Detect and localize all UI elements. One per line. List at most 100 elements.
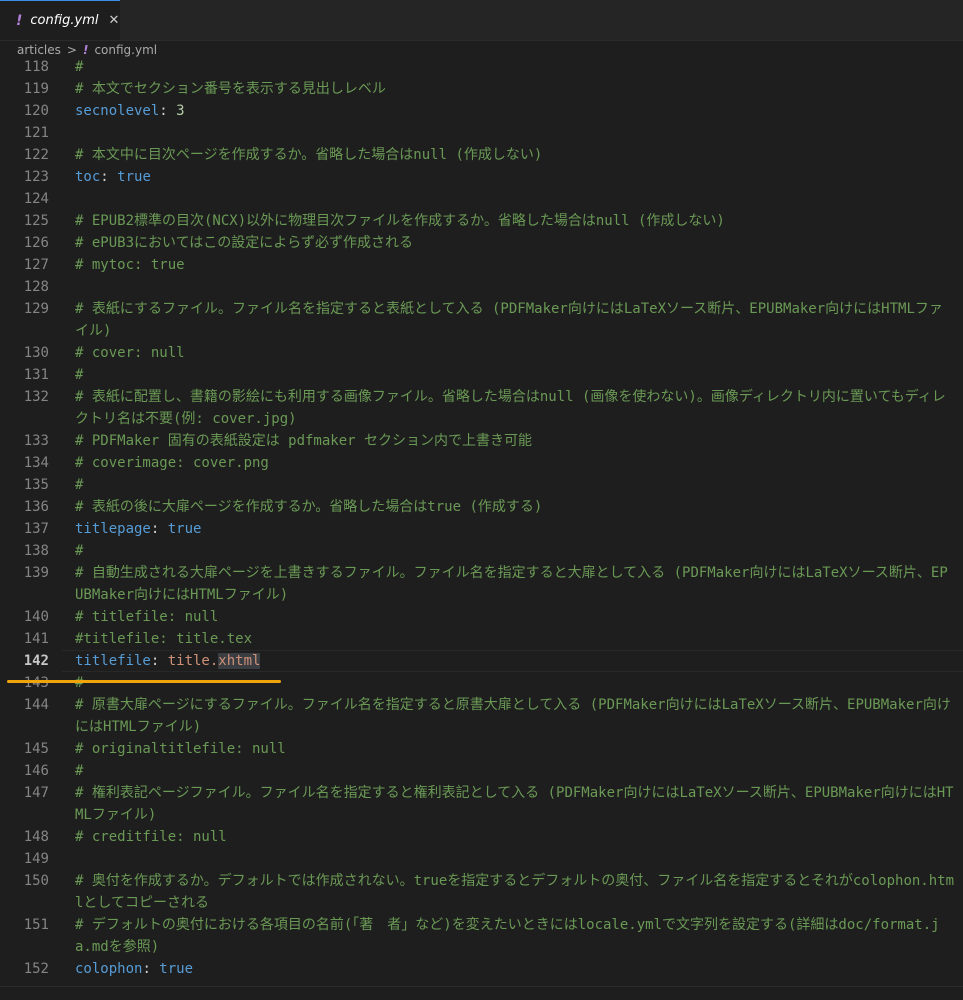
token: title. — [167, 653, 219, 669]
token: # 表紙にするファイル。ファイル名を指定すると表紙として入る (PDFMaker… — [75, 301, 943, 339]
line-number: 140 — [23, 609, 49, 625]
code-line[interactable]: 121 — [0, 122, 963, 144]
code-text: toc: true — [75, 166, 955, 188]
line-number: 122 — [23, 147, 49, 163]
yaml-file-icon: ! — [16, 12, 23, 29]
token: # 本文中に目次ページを作成するか。省略した場合はnull (作成しない) — [75, 147, 543, 163]
code-text: # 本文中に目次ページを作成するか。省略した場合はnull (作成しない) — [75, 144, 955, 166]
code-text: colophon: true — [75, 958, 955, 980]
code-text: # titlefile: null — [75, 606, 955, 628]
code-line[interactable]: 142 titlefile: title.xhtml — [0, 650, 963, 672]
code-text: # — [75, 540, 955, 562]
token: # creditfile: null — [75, 829, 227, 845]
token: : — [100, 169, 118, 185]
code-line[interactable]: 123 toc: true — [0, 166, 963, 188]
code-line[interactable]: 152 colophon: true — [0, 958, 963, 980]
line-number: 150 — [23, 873, 49, 889]
line-number: 130 — [23, 345, 49, 361]
code-line[interactable]: 150 # 奥付を作成するか。デフォルトでは作成されない。trueを指定するとデフ… — [0, 870, 963, 914]
breadcrumb-folder[interactable]: articles — [17, 43, 61, 57]
code-text: # 表紙にするファイル。ファイル名を指定すると表紙として入る (PDFMaker… — [75, 298, 955, 342]
code-text: # creditfile: null — [75, 826, 955, 848]
code-line[interactable]: 138 # — [0, 540, 963, 562]
code-line[interactable]: 124 — [0, 188, 963, 210]
code-text: # cover: null — [75, 342, 955, 364]
code-line[interactable]: 149 — [0, 848, 963, 870]
token: # — [75, 543, 84, 559]
token: # 自動生成される大扉ページを上書きするファイル。ファイル名を指定すると大扉とし… — [75, 565, 948, 603]
code-line[interactable]: 131 # — [0, 364, 963, 386]
code-text: # — [75, 364, 955, 386]
code-line[interactable]: 140 # titlefile: null — [0, 606, 963, 628]
line-number: 120 — [23, 103, 49, 119]
tab-config-yml[interactable]: ! config.yml ✕ — [0, 0, 120, 40]
token: # — [75, 763, 84, 779]
code-line[interactable]: 129 # 表紙にするファイル。ファイル名を指定すると表紙として入る (PDFMa… — [0, 298, 963, 342]
code-line[interactable]: 118 # — [0, 56, 963, 78]
token: titlefile — [75, 653, 151, 669]
close-icon[interactable]: ✕ — [108, 13, 119, 28]
line-number: 125 — [23, 213, 49, 229]
line-number: 133 — [23, 433, 49, 449]
code-text: # — [75, 56, 955, 78]
highlight-underline — [7, 680, 281, 683]
token: # originaltitlefile: null — [75, 741, 286, 757]
code-line[interactable]: 144 # 原書大扉ページにするファイル。ファイル名を指定すると原書大扉として入る… — [0, 694, 963, 738]
line-number: 151 — [23, 917, 49, 933]
line-number: 127 — [23, 257, 49, 273]
breadcrumb-file[interactable]: ! config.yml — [83, 43, 157, 57]
token: toc — [75, 169, 101, 185]
code-line[interactable]: 125 # EPUB2標準の目次(NCX)以外に物理目次ファイルを作成するか。省略… — [0, 210, 963, 232]
code-line[interactable]: 130 # cover: null — [0, 342, 963, 364]
code-line[interactable]: 128 — [0, 276, 963, 298]
token: # デフォルトの奥付における各項目の名前(「著 者」など)を変えたいときにはlo… — [75, 917, 940, 955]
code-editor[interactable]: 118 #119 # 本文でセクション番号を表示する見出しレベル 120 secnole… — [0, 56, 963, 986]
line-number: 119 — [23, 81, 49, 97]
code-line[interactable]: 146 # — [0, 760, 963, 782]
chevron-right-icon: > — [66, 43, 77, 57]
code-line[interactable]: 147 # 権利表記ページファイル。ファイル名を指定すると権利表記として入る (P… — [0, 782, 963, 826]
code-line[interactable]: 135 # — [0, 474, 963, 496]
line-number: 118 — [23, 59, 49, 75]
code-line[interactable]: 151 # デフォルトの奥付における各項目の名前(「著 者」など)を変えたいときに… — [0, 914, 963, 958]
code-text: # mytoc: true — [75, 254, 955, 276]
code-line[interactable]: 119 # 本文でセクション番号を表示する見出しレベル — [0, 78, 963, 100]
token: # ePUB3においてはこの設定によらず必ず作成される — [75, 235, 414, 251]
yaml-file-icon: ! — [82, 43, 89, 57]
code-line[interactable]: 148 # creditfile: null — [0, 826, 963, 848]
line-number: 132 — [23, 389, 49, 405]
token: #titlefile: title.tex — [75, 631, 253, 647]
code-line[interactable]: 141 #titlefile: title.tex — [0, 628, 963, 650]
code-line[interactable]: 132 # 表紙に配置し、書籍の影絵にも利用する画像ファイル。省略した場合はnul… — [0, 386, 963, 430]
token: # PDFMaker 固有の表紙設定は pdfmaker セクション内で上書き可… — [75, 433, 533, 449]
code-line[interactable]: 143 # — [0, 672, 963, 694]
code-line[interactable]: 122 # 本文中に目次ページを作成するか。省略した場合はnull (作成しない) — [0, 144, 963, 166]
line-number: 126 — [23, 235, 49, 251]
code-text: # 表紙の後に大扉ページを作成するか。省略した場合はtrue (作成する) — [75, 496, 955, 518]
code-line[interactable]: 139 # 自動生成される大扉ページを上書きするファイル。ファイル名を指定すると大… — [0, 562, 963, 606]
token: true — [167, 521, 202, 537]
code-line[interactable]: 134 # coverimage: cover.png — [0, 452, 963, 474]
code-line[interactable]: 126 # ePUB3においてはこの設定によらず必ず作成される — [0, 232, 963, 254]
code-line[interactable]: 136 # 表紙の後に大扉ページを作成するか。省略した場合はtrue (作成する) — [0, 496, 963, 518]
code-line[interactable]: 127 # mytoc: true — [0, 254, 963, 276]
token: # — [75, 59, 84, 75]
token: colophon — [75, 961, 143, 977]
token: true — [117, 169, 151, 185]
code-line[interactable]: 133 # PDFMaker 固有の表紙設定は pdfmaker セクション内で上… — [0, 430, 963, 452]
line-number: 141 — [23, 631, 49, 647]
line-number: 137 — [23, 521, 49, 537]
line-number: 139 — [23, 565, 49, 581]
tab-bar: ! config.yml ✕ — [0, 0, 963, 41]
token: 3 — [176, 103, 185, 119]
code-line[interactable]: 145 # originaltitlefile: null — [0, 738, 963, 760]
line-number: 144 — [23, 697, 49, 713]
code-text: # 本文でセクション番号を表示する見出しレベル — [75, 78, 955, 100]
code-line[interactable]: 137 titlepage: true — [0, 518, 963, 540]
line-number: 149 — [23, 851, 49, 867]
code-line[interactable]: 120 secnolevel: 3 — [0, 100, 963, 122]
line-number: 121 — [23, 125, 49, 141]
editor-bottom-edge — [0, 986, 963, 1000]
token: : — [159, 103, 177, 119]
line-number: 131 — [23, 367, 49, 383]
